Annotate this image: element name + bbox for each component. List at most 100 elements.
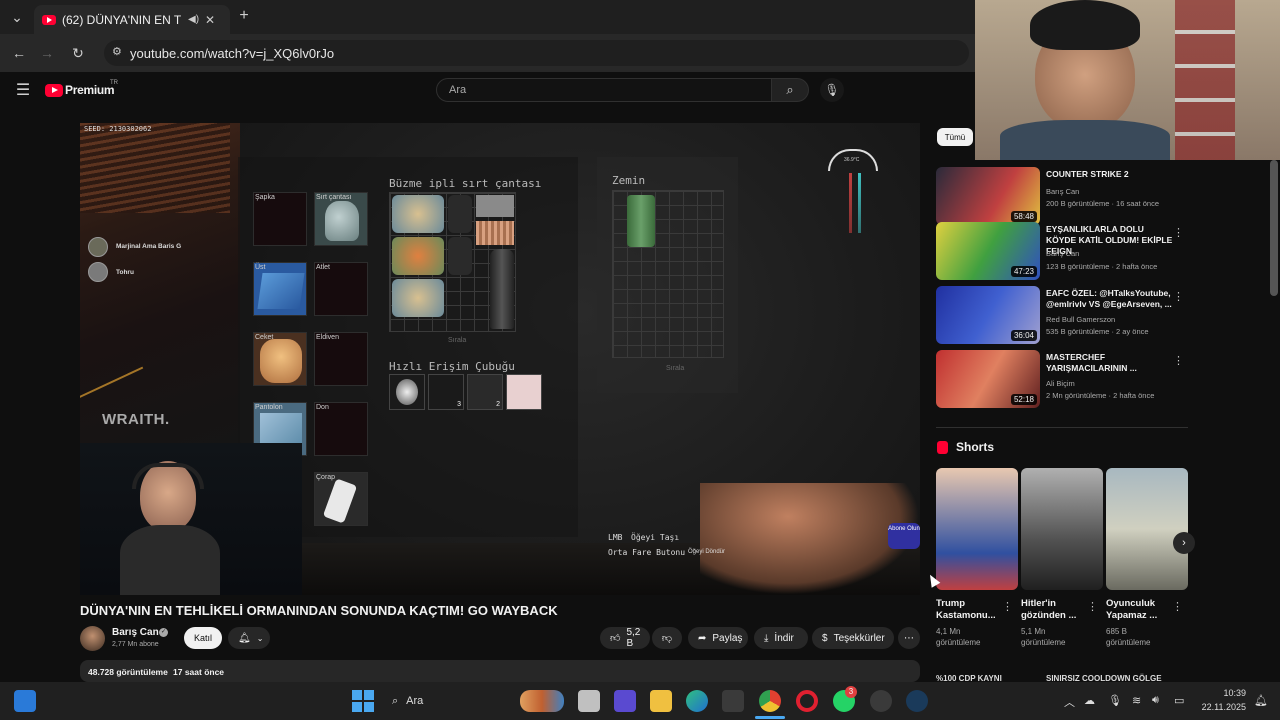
more-vertical-icon[interactable]: ⋮ [1173, 290, 1184, 303]
onedrive-icon[interactable]: ☁ [1084, 694, 1095, 707]
volume-icon[interactable]: 🔊︎ [1152, 694, 1159, 707]
video-channel[interactable]: Barış Can [1046, 187, 1079, 196]
bag-item-bottle[interactable] [490, 249, 514, 329]
search-input[interactable]: Ara [436, 78, 772, 102]
start-button[interactable] [352, 690, 374, 712]
quickbar-slot-4[interactable] [506, 374, 542, 410]
sidebar-video-3[interactable]: 36:04 EAFC ÖZEL: @HTalksYoutube, @emlriv… [936, 286, 1188, 348]
steam-icon[interactable] [906, 690, 928, 712]
notification-bell-button[interactable]: 🔔︎ ⌄ [228, 627, 270, 649]
browser-tab-active[interactable]: (62) DÜNYA'NIN EN TEHLİKELİ ORMANINDAN ◀… [34, 5, 230, 34]
taskbar-search[interactable]: ⌕ Ara [384, 690, 514, 712]
widgets-icon[interactable] [14, 690, 36, 712]
bag-item-can-2[interactable] [392, 237, 444, 275]
join-button[interactable]: Katıl [184, 627, 222, 649]
player-name-1: Marjinal Ama Baris G [116, 243, 182, 250]
ground-grid[interactable] [612, 190, 724, 358]
bag-sort-button[interactable]: Sırala [448, 337, 466, 344]
short-title-2[interactable]: Hitler'in gözünden ... [1021, 598, 1091, 622]
wifi-icon[interactable]: ≋ [1132, 694, 1141, 707]
more-vertical-icon[interactable]: ⋮ [1172, 600, 1183, 613]
chip-all[interactable]: Tümü [937, 128, 973, 146]
clock-time[interactable]: 10:39 [1206, 688, 1246, 698]
teams-icon[interactable] [614, 690, 636, 712]
quickbar-slot-3[interactable]: 2 [467, 374, 503, 410]
opera-icon[interactable] [796, 690, 818, 712]
bag-item-can-3[interactable] [392, 279, 444, 317]
task-view-icon[interactable] [578, 690, 600, 712]
more-vertical-icon[interactable]: ⋮ [1173, 226, 1184, 239]
search-highlight-icon[interactable] [520, 690, 564, 712]
edge-icon[interactable] [686, 690, 708, 712]
store-icon[interactable] [722, 690, 744, 712]
short-thumbnail-1[interactable] [936, 468, 1018, 590]
quickbar-slot-2[interactable]: 3 [428, 374, 464, 410]
short-thumbnail-2[interactable] [1021, 468, 1103, 590]
more-vertical-icon[interactable]: ⋮ [1173, 354, 1184, 367]
bag-item-matches[interactable] [476, 221, 514, 245]
sidebar-video-2[interactable]: 47:23 EYŞANLIKLARLA DOLU KÖYDE KATİL OLD… [936, 222, 1188, 284]
notification-bell-icon[interactable]: 🔔︎ [1254, 694, 1268, 707]
short-thumbnail-3[interactable] [1106, 468, 1188, 590]
video-player[interactable]: SEED: 2130302062 Marjinal Ama Baris G To… [80, 123, 920, 595]
more-vertical-icon[interactable]: ⋮ [1002, 600, 1013, 613]
microphone-icon[interactable]: 🎙︎ [1108, 694, 1122, 707]
scrollbar-thumb[interactable] [1270, 160, 1278, 296]
reload-icon[interactable]: ↻ [69, 44, 87, 62]
ground-sort-button[interactable]: Sırala [666, 365, 684, 372]
subscribe-badge[interactable]: Abone Olun [888, 523, 920, 549]
ground-item-jar[interactable] [627, 195, 655, 247]
sidebar-video-1[interactable]: 58:48 COUNTER STRIKE 2 Barış Can 200 B g… [936, 167, 1188, 229]
video-title[interactable]: MASTERCHEF YARIŞMACILARININ ... [1046, 352, 1174, 374]
more-actions-button[interactable]: ⋯ [898, 627, 920, 649]
short-title-1[interactable]: Trump Kastamonu... [936, 598, 1006, 622]
menu-hamburger-icon[interactable]: ☰ [14, 82, 32, 99]
chrome-icon[interactable] [759, 690, 781, 712]
video-title[interactable]: EAFC ÖZEL: @HTalksYoutube, @emlrivlv VS … [1046, 288, 1174, 310]
video-channel[interactable]: Red Bull Gamerszon [1046, 315, 1115, 324]
video-meta: 2 Mn görüntüleme · 2 hafta önce [1046, 391, 1155, 400]
video-title[interactable]: COUNTER STRIKE 2 [1046, 169, 1174, 180]
thanks-button[interactable]: $ Teşekkürler [812, 627, 894, 649]
video-channel[interactable]: Barış Can [1046, 249, 1079, 258]
tab-search-chevron-icon[interactable]: ⌄ [8, 9, 26, 25]
like-button[interactable]: 👍︎ 5,2 B [600, 627, 650, 649]
address-bar[interactable]: ⚙ youtube.com/watch?v=j_XQ6lv0rJo [104, 40, 969, 66]
tab-close-icon[interactable]: ✕ [205, 13, 215, 27]
dislike-button[interactable]: 👎︎ [652, 627, 682, 649]
share-button[interactable]: ➦ Paylaş [688, 627, 748, 649]
forward-arrow-icon[interactable]: → [38, 44, 56, 62]
description-box[interactable]: 48.728 görüntüleme 17 saat önce [80, 660, 920, 682]
bag-item-tool-2[interactable] [448, 237, 472, 275]
youtube-logo-icon[interactable] [45, 84, 63, 97]
voice-search-button[interactable]: 🎙︎ [820, 78, 844, 102]
short-title-3[interactable]: Oyunculuk Yapamaz ... [1106, 598, 1176, 622]
search-button[interactable]: ⌕ [771, 78, 809, 102]
more-vertical-icon[interactable]: ⋮ [1087, 600, 1098, 613]
tab-audio-icon[interactable]: ◀) [188, 14, 199, 25]
bag-grid[interactable] [389, 192, 516, 332]
discord-icon[interactable] [870, 690, 892, 712]
clock-date[interactable]: 22.11.2025 [1196, 702, 1246, 712]
bag-item-box[interactable] [476, 195, 514, 217]
sidebar-video-4[interactable]: 52:18 MASTERCHEF YARIŞMACILARININ ... Al… [936, 350, 1188, 412]
file-explorer-icon[interactable] [650, 690, 672, 712]
bag-item-can-1[interactable] [392, 195, 444, 233]
shorts-next-button[interactable]: › [1173, 532, 1195, 554]
quickbar-slot-1[interactable] [389, 374, 425, 410]
youtube-logo-text[interactable]: Premium [65, 83, 115, 97]
battery-icon[interactable]: ▭ [1174, 694, 1184, 707]
bag-item-tool-1[interactable] [448, 195, 472, 233]
video-thumbnail[interactable]: 52:18 [936, 350, 1040, 408]
back-arrow-icon[interactable]: ← [10, 44, 28, 62]
site-info-icon[interactable]: ⚙ [112, 45, 122, 58]
channel-avatar[interactable] [80, 626, 105, 651]
new-tab-button[interactable]: + [236, 7, 252, 24]
tray-chevron-icon[interactable]: ︿ [1064, 694, 1075, 710]
video-thumbnail[interactable]: 36:04 [936, 286, 1040, 344]
video-thumbnail[interactable]: 58:48 [936, 167, 1040, 225]
channel-name[interactable]: Barış Can [112, 627, 159, 638]
video-channel[interactable]: Ali Biçim [1046, 379, 1075, 388]
video-thumbnail[interactable]: 47:23 [936, 222, 1040, 280]
download-button[interactable]: ⤓ İndir [754, 627, 808, 649]
